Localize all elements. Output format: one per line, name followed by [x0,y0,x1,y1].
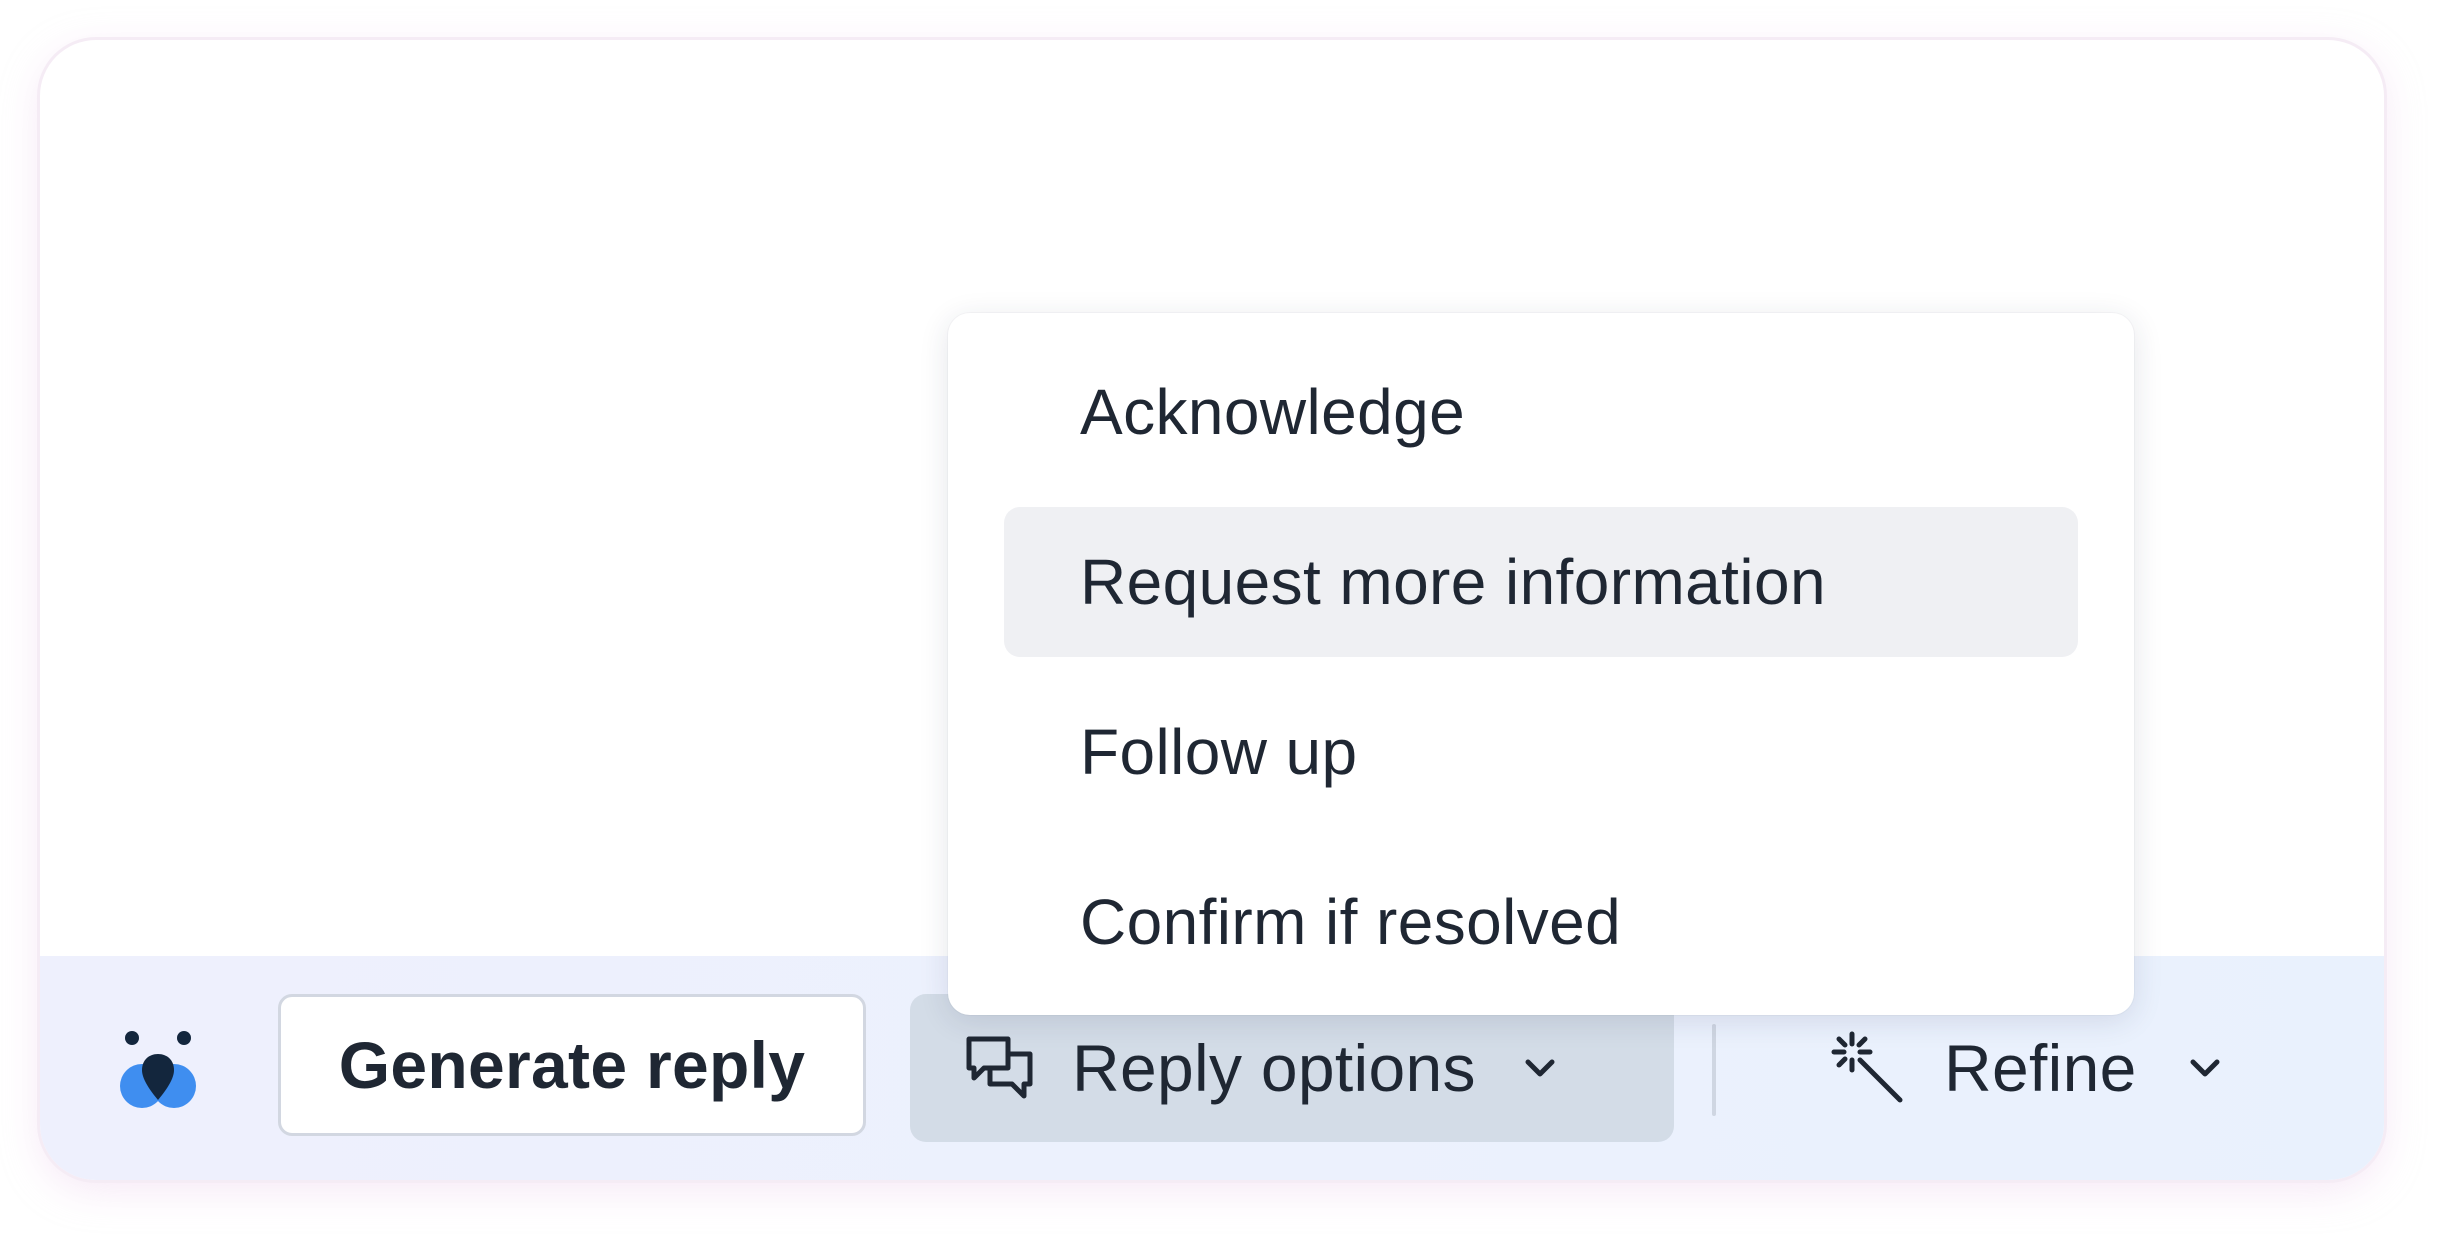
refine-label: Refine [1944,1031,2137,1105]
menu-item-acknowledge[interactable]: Acknowledge [1004,337,2078,487]
toolbar-divider [1712,1024,1716,1116]
refine-button[interactable]: Refine [1760,994,2260,1142]
menu-item-follow-up[interactable]: Follow up [1004,677,2078,827]
chevron-down-icon [2185,1048,2225,1088]
reply-options-menu: Acknowledge Request more information Fol… [948,313,2134,1015]
stage: Generate reply Reply options Refine Ackn… [0,0,2444,1240]
chevron-down-icon [1520,1048,1560,1088]
assistant-logo-icon [118,1030,198,1110]
chat-bubbles-icon [964,1032,1036,1104]
menu-item-request-more-information[interactable]: Request more information [1004,507,2078,657]
magic-wand-icon [1830,1030,1906,1106]
menu-item-confirm-if-resolved[interactable]: Confirm if resolved [1004,847,2078,997]
reply-options-button[interactable]: Reply options [910,994,1674,1142]
reply-composer-card: Generate reply Reply options Refine Ackn… [40,40,2384,1180]
generate-reply-button[interactable]: Generate reply [278,994,866,1136]
reply-options-label: Reply options [1072,1031,1476,1105]
